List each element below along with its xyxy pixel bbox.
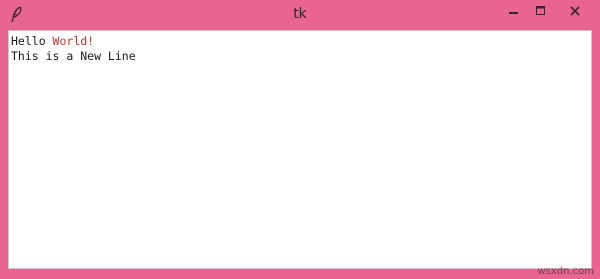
close-icon: [570, 6, 580, 16]
text-content: Hello World! This is a New Line: [11, 34, 136, 64]
watermark: wsxdn.com: [537, 266, 594, 277]
title-bar[interactable]: tk: [0, 0, 600, 30]
maximize-button[interactable]: [530, 0, 552, 22]
minimize-button[interactable]: [503, 0, 525, 22]
close-button[interactable]: [557, 0, 593, 22]
text-widget[interactable]: Hello World! This is a New Line: [8, 30, 592, 269]
text-line1-colored: World!: [52, 34, 95, 48]
tk-window: tk Hello World! This is a New Line wsxdn…: [0, 0, 600, 279]
text-line1-plain: Hello: [11, 34, 53, 48]
minimize-icon: [509, 6, 519, 16]
maximize-icon: [536, 6, 546, 16]
text-line2: This is a New Line: [11, 49, 136, 63]
